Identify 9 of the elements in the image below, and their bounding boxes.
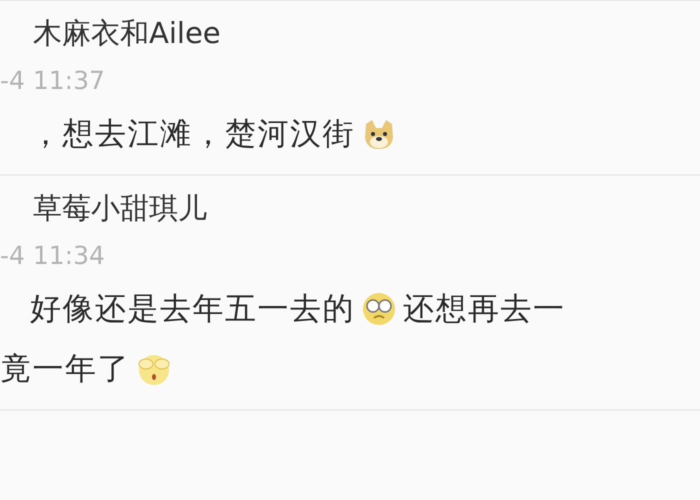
comment-text: 竟一年了: [0, 350, 130, 389]
comment-time: -4 11:37: [0, 65, 105, 97]
comment-text: 好像还是去年五一去的: [30, 290, 355, 329]
glasses-face-icon: [361, 291, 397, 327]
comment-time: -4 11:34: [0, 240, 105, 272]
user-name: 木麻衣和Ailee: [33, 15, 221, 52]
user-name: 草莓小甜琪儿: [33, 190, 207, 227]
comment-text: ，想去江滩，楚河汉街: [30, 115, 355, 154]
comment-text: 还想再去一: [403, 290, 566, 329]
